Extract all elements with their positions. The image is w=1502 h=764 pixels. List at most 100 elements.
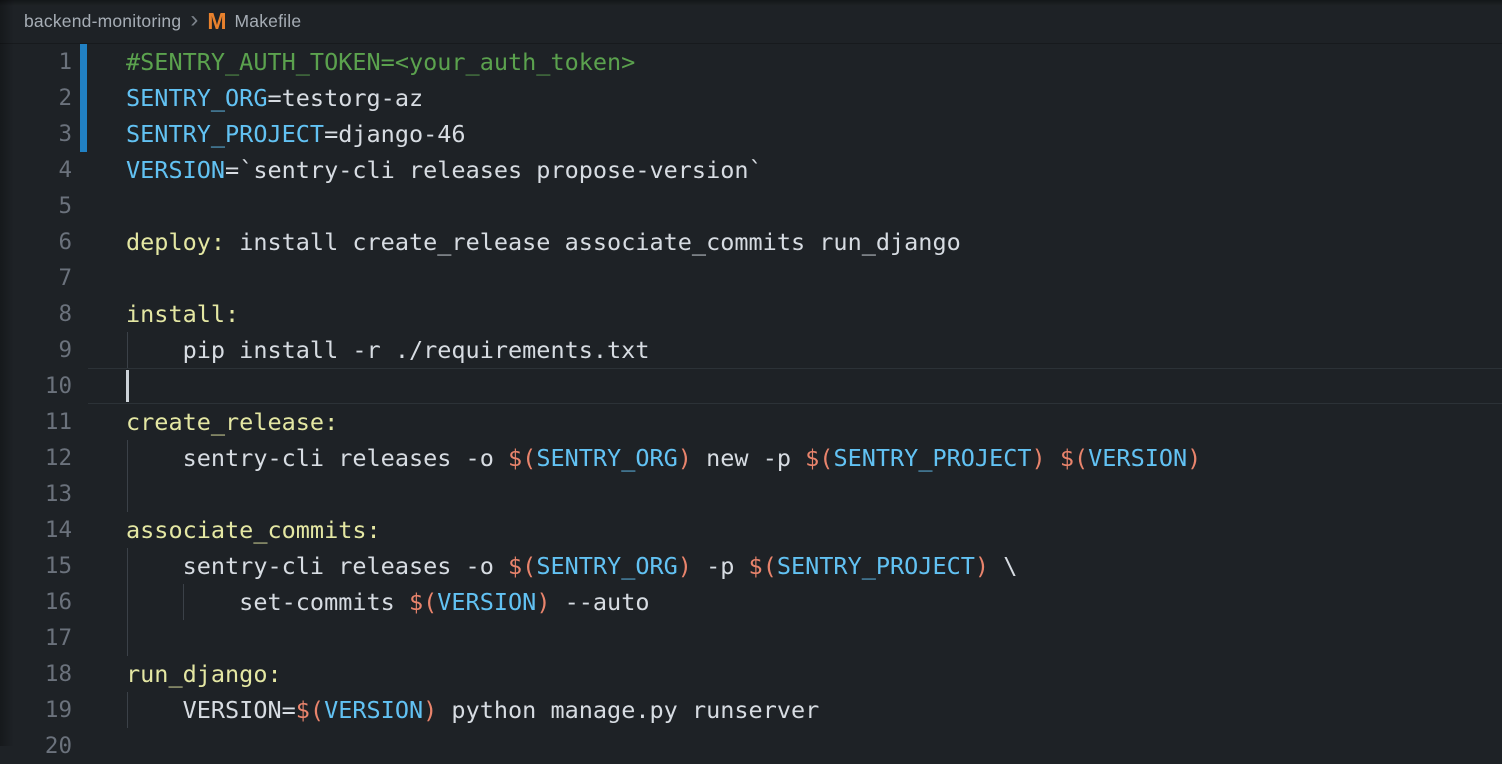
code-text: pip install -r ./requirements.txt [126, 332, 649, 368]
text-cursor [126, 370, 129, 402]
line-number[interactable]: 8 [0, 296, 72, 332]
code-token: $( [409, 588, 437, 616]
code-token: $( [805, 444, 833, 472]
code-editor[interactable]: 1 #SENTRY_AUTH_TOKEN=<your_auth_token> 2 SE… [0, 44, 1502, 746]
code-text: sentry-cli releases -o $(SENTRY_ORG) -p … [126, 548, 1017, 584]
code-token: VERSION [1088, 444, 1187, 472]
code-text: VERSION=`sentry-cli releases propose-ver… [126, 152, 763, 188]
code-line[interactable]: 6 deploy: install create_release associat… [0, 224, 1502, 260]
code-line[interactable]: 13 [0, 476, 1502, 512]
code-token: install: [126, 300, 239, 328]
code-line[interactable]: 4 VERSION=`sentry-cli releases propose-ve… [0, 152, 1502, 188]
code-token: run_django: [126, 660, 282, 688]
code-text: deploy: install create_release associate… [126, 224, 961, 260]
code-text: run_django: [126, 656, 282, 692]
code-text: create_release: [126, 404, 338, 440]
line-number[interactable]: 17 [0, 620, 72, 656]
code-token: VERSION [324, 696, 423, 724]
code-token: install create_release associate_commits… [225, 228, 961, 256]
code-token: set-commits [126, 588, 409, 616]
code-token: pip install -r ./requirements.txt [126, 336, 649, 364]
code-token: ) [423, 696, 437, 724]
code-text: SENTRY_ORG=testorg-az [126, 80, 423, 116]
code-token: =testorg-az [267, 84, 423, 112]
code-text: VERSION=$(VERSION) python manage.py runs… [126, 692, 819, 728]
code-line[interactable]: 1 #SENTRY_AUTH_TOKEN=<your_auth_token> [0, 44, 1502, 80]
code-token: $( [508, 552, 536, 580]
line-number[interactable]: 18 [0, 656, 72, 692]
line-number[interactable]: 12 [0, 440, 72, 476]
code-token: SENTRY_PROJECT [126, 120, 324, 148]
code-token: SENTRY_PROJECT [777, 552, 975, 580]
code-token: sentry-cli releases -o [126, 552, 508, 580]
code-token: =`sentry-cli releases propose-version` [225, 156, 763, 184]
code-line[interactable]: 19 VERSION=$(VERSION) python manage.py r… [0, 692, 1502, 728]
code-token: ) [678, 444, 692, 472]
code-token: \ [989, 552, 1017, 580]
line-number[interactable]: 5 [0, 188, 72, 224]
line-number[interactable]: 10 [0, 368, 72, 404]
line-number[interactable]: 3 [0, 116, 72, 152]
code-line[interactable]: 8 install: [0, 296, 1502, 332]
code-line[interactable]: 11 create_release: [0, 404, 1502, 440]
code-token: ) [678, 552, 692, 580]
code-token: #SENTRY_AUTH_TOKEN=<your_auth_token> [126, 48, 635, 76]
line-number[interactable]: 14 [0, 512, 72, 548]
code-token: --auto [550, 588, 649, 616]
code-token [1046, 444, 1060, 472]
code-text: SENTRY_PROJECT=django-46 [126, 116, 466, 152]
code-token: deploy: [126, 228, 225, 256]
code-text: install: [126, 296, 239, 332]
code-token: SENTRY_ORG [126, 84, 267, 112]
breadcrumb-file[interactable]: Makefile [234, 11, 301, 32]
line-number[interactable]: 4 [0, 152, 72, 188]
code-token: new -p [692, 444, 805, 472]
line-number[interactable]: 19 [0, 692, 72, 728]
code-line[interactable]: 17 [0, 620, 1502, 656]
code-token: $( [296, 696, 324, 724]
code-token: $( [1060, 444, 1088, 472]
code-line[interactable]: 16 set-commits $(VERSION) --auto [0, 584, 1502, 620]
code-token: sentry-cli releases -o [126, 444, 508, 472]
code-line[interactable]: 2 SENTRY_ORG=testorg-az [0, 80, 1502, 116]
code-lines: 1 #SENTRY_AUTH_TOKEN=<your_auth_token> 2 SE… [0, 44, 1502, 764]
line-number[interactable]: 2 [0, 80, 72, 116]
code-text: #SENTRY_AUTH_TOKEN=<your_auth_token> [126, 44, 635, 80]
code-line[interactable]: 20 [0, 728, 1502, 764]
code-token: ) [1187, 444, 1201, 472]
code-line[interactable]: 3 SENTRY_PROJECT=django-46 [0, 116, 1502, 152]
chevron-right-icon: › [190, 8, 198, 32]
line-number[interactable]: 6 [0, 224, 72, 260]
indent-guide [127, 476, 128, 512]
code-line[interactable]: 5 [0, 188, 1502, 224]
code-line[interactable]: 14 associate_commits: [0, 512, 1502, 548]
breadcrumb: backend-monitoring › M Makefile [0, 0, 1502, 44]
code-line[interactable]: 15 sentry-cli releases -o $(SENTRY_ORG) … [0, 548, 1502, 584]
line-number[interactable]: 20 [0, 728, 72, 764]
code-token: associate_commits: [126, 516, 381, 544]
code-line[interactable]: 7 [0, 260, 1502, 296]
code-token: VERSION [437, 588, 536, 616]
line-number[interactable]: 7 [0, 260, 72, 296]
code-line[interactable]: 12 sentry-cli releases -o $(SENTRY_ORG) … [0, 440, 1502, 476]
line-number[interactable]: 13 [0, 476, 72, 512]
line-number[interactable]: 16 [0, 584, 72, 620]
code-token: ) [536, 588, 550, 616]
line-number[interactable]: 11 [0, 404, 72, 440]
code-token: python manage.py runserver [437, 696, 819, 724]
code-line[interactable]: 9 pip install -r ./requirements.txt [0, 332, 1502, 368]
code-text: sentry-cli releases -o $(SENTRY_ORG) new… [126, 440, 1201, 476]
code-token: VERSION [126, 156, 225, 184]
code-token: create_release: [126, 408, 338, 436]
line-number[interactable]: 15 [0, 548, 72, 584]
code-text: set-commits $(VERSION) --auto [126, 584, 650, 620]
code-token: ) [975, 552, 989, 580]
code-text: associate_commits: [126, 512, 381, 548]
code-token: SENTRY_PROJECT [833, 444, 1031, 472]
code-line[interactable]: 10 [0, 368, 1502, 404]
line-number[interactable]: 1 [0, 44, 72, 80]
breadcrumb-folder[interactable]: backend-monitoring [24, 11, 181, 32]
code-line[interactable]: 18 run_django: [0, 656, 1502, 692]
line-number[interactable]: 9 [0, 332, 72, 368]
indent-guide [127, 620, 128, 656]
